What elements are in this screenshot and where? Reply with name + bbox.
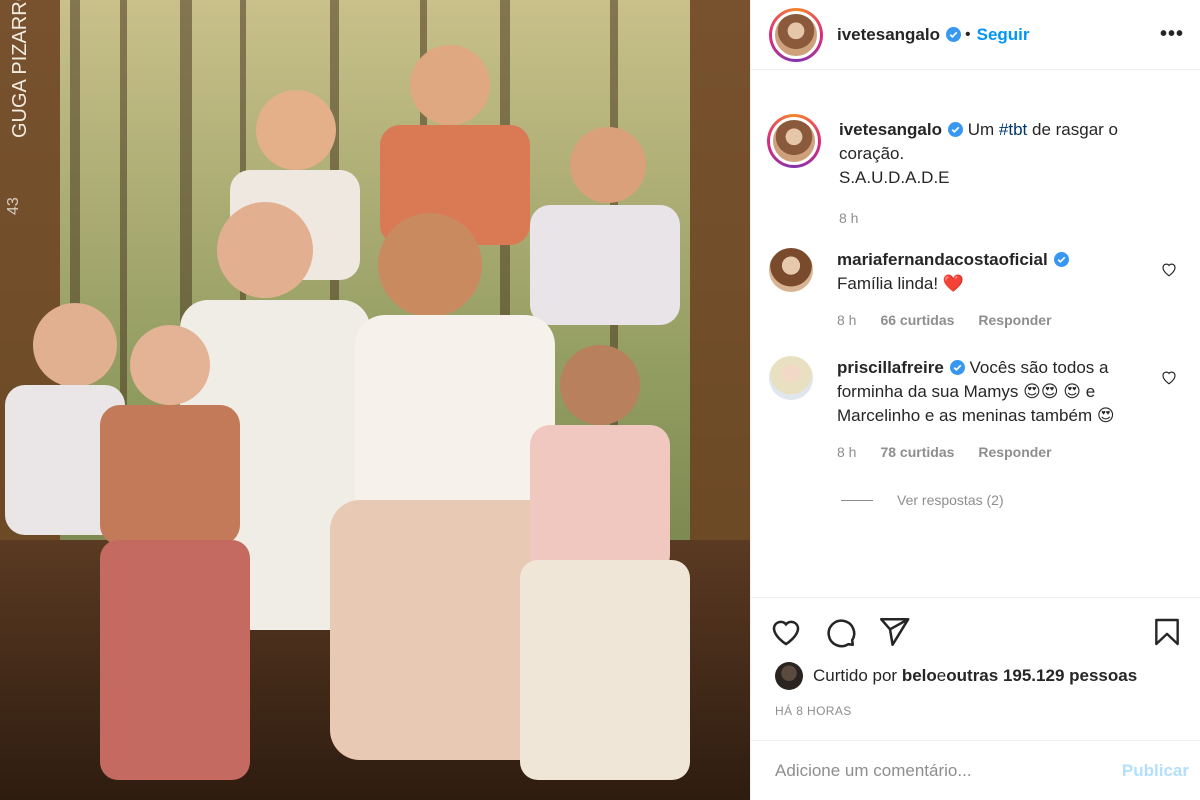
commenter-avatar[interactable] <box>769 248 813 292</box>
comment-body: priscillafreire Vocês são todos a formin… <box>837 356 1137 464</box>
comment-like-icon[interactable] <box>1160 260 1178 278</box>
liked-by-prefix: Curtido por <box>813 666 898 685</box>
instagram-post: 43 GUGA PIZARRO ivetesangalo • Seguir ••… <box>0 0 1200 800</box>
family-photo-illustration: 43 <box>0 0 750 800</box>
publish-button[interactable]: Publicar <box>1122 761 1189 781</box>
caption-username[interactable]: ivetesangalo <box>839 120 942 139</box>
caption-hashtag[interactable]: #tbt <box>999 120 1027 139</box>
comment: priscillafreire Vocês são todos a formin… <box>769 356 1182 464</box>
comment-body: mariafernandacostaoficial Família linda!… <box>837 248 1137 332</box>
liked-by-middle: e <box>936 666 947 685</box>
verified-badge-icon <box>1053 252 1069 267</box>
svg-text:43: 43 <box>5 197 22 215</box>
comment-input[interactable] <box>775 760 1122 781</box>
save-bookmark-icon[interactable] <box>1151 615 1183 649</box>
view-replies-button[interactable]: Ver respostas (2) <box>841 492 1182 508</box>
comment-text: Família linda! ❤️ <box>837 274 964 293</box>
comment-time[interactable]: 8 h <box>837 440 856 464</box>
comment-username[interactable]: priscillafreire <box>837 358 944 377</box>
caption-time[interactable]: 8 h <box>839 206 858 230</box>
verified-badge-icon <box>948 122 963 137</box>
author-username[interactable]: ivetesangalo <box>837 25 940 45</box>
comment-likes[interactable]: 78 curtidas <box>880 440 954 464</box>
reply-button[interactable]: Responder <box>978 308 1051 332</box>
comment-username[interactable]: mariafernandacostaoficial <box>837 250 1048 269</box>
liked-by-user[interactable]: belo <box>902 666 937 686</box>
comment-meta: 8 h 78 curtidas Responder <box>837 440 1137 464</box>
action-bar <box>751 597 1200 665</box>
comment: mariafernandacostaoficial Família linda!… <box>769 248 1182 332</box>
comment-time[interactable]: 8 h <box>837 308 856 332</box>
replies-divider-line <box>841 499 873 501</box>
liked-by: Curtido por belo e outras 195.129 pessoa… <box>775 662 1137 690</box>
separator-dot: • <box>965 25 971 43</box>
comment-meta: 8 h 66 curtidas Responder <box>837 308 1137 332</box>
post-timestamp[interactable]: HÁ 8 HORAS <box>775 704 852 718</box>
view-replies-label: Ver respostas (2) <box>897 492 1004 508</box>
more-options-icon[interactable]: ••• <box>1160 23 1184 46</box>
comment-bubble-icon[interactable] <box>823 615 857 649</box>
comments-section: ivetesangalo Um #tbt de rasgar o coração… <box>751 114 1200 642</box>
caption-body: ivetesangalo Um #tbt de rasgar o coração… <box>839 118 1139 230</box>
caption-avatar[interactable] <box>767 114 821 168</box>
caption-meta: 8 h <box>839 206 1139 230</box>
add-comment-bar: Publicar <box>751 740 1200 800</box>
commenter-avatar[interactable] <box>769 356 813 400</box>
post-photo[interactable]: 43 GUGA PIZARRO <box>0 0 750 800</box>
verified-badge-icon <box>946 27 961 42</box>
verified-badge-icon <box>949 360 965 375</box>
reply-button[interactable]: Responder <box>978 440 1051 464</box>
share-paper-plane-icon[interactable] <box>877 615 911 649</box>
svg-text:GUGA PIZARRO: GUGA PIZARRO <box>9 0 31 138</box>
caption-text-before: Um <box>967 120 999 139</box>
author-avatar[interactable] <box>769 7 823 62</box>
post-header: ivetesangalo • Seguir ••• <box>751 0 1200 70</box>
like-heart-icon[interactable] <box>769 615 803 649</box>
follow-button[interactable]: Seguir <box>977 25 1030 45</box>
photographer-watermark: GUGA PIZARRO <box>9 0 31 138</box>
comment-likes[interactable]: 66 curtidas <box>880 308 954 332</box>
caption: ivetesangalo Um #tbt de rasgar o coração… <box>767 114 1182 230</box>
liker-avatar[interactable] <box>775 662 803 690</box>
caption-line2: S.A.U.D.A.D.E <box>839 168 950 187</box>
liked-by-others[interactable]: outras 195.129 pessoas <box>946 666 1137 686</box>
post-side-panel: ivetesangalo • Seguir ••• ivetesangalo U… <box>750 0 1200 800</box>
comment-like-icon[interactable] <box>1160 368 1178 386</box>
